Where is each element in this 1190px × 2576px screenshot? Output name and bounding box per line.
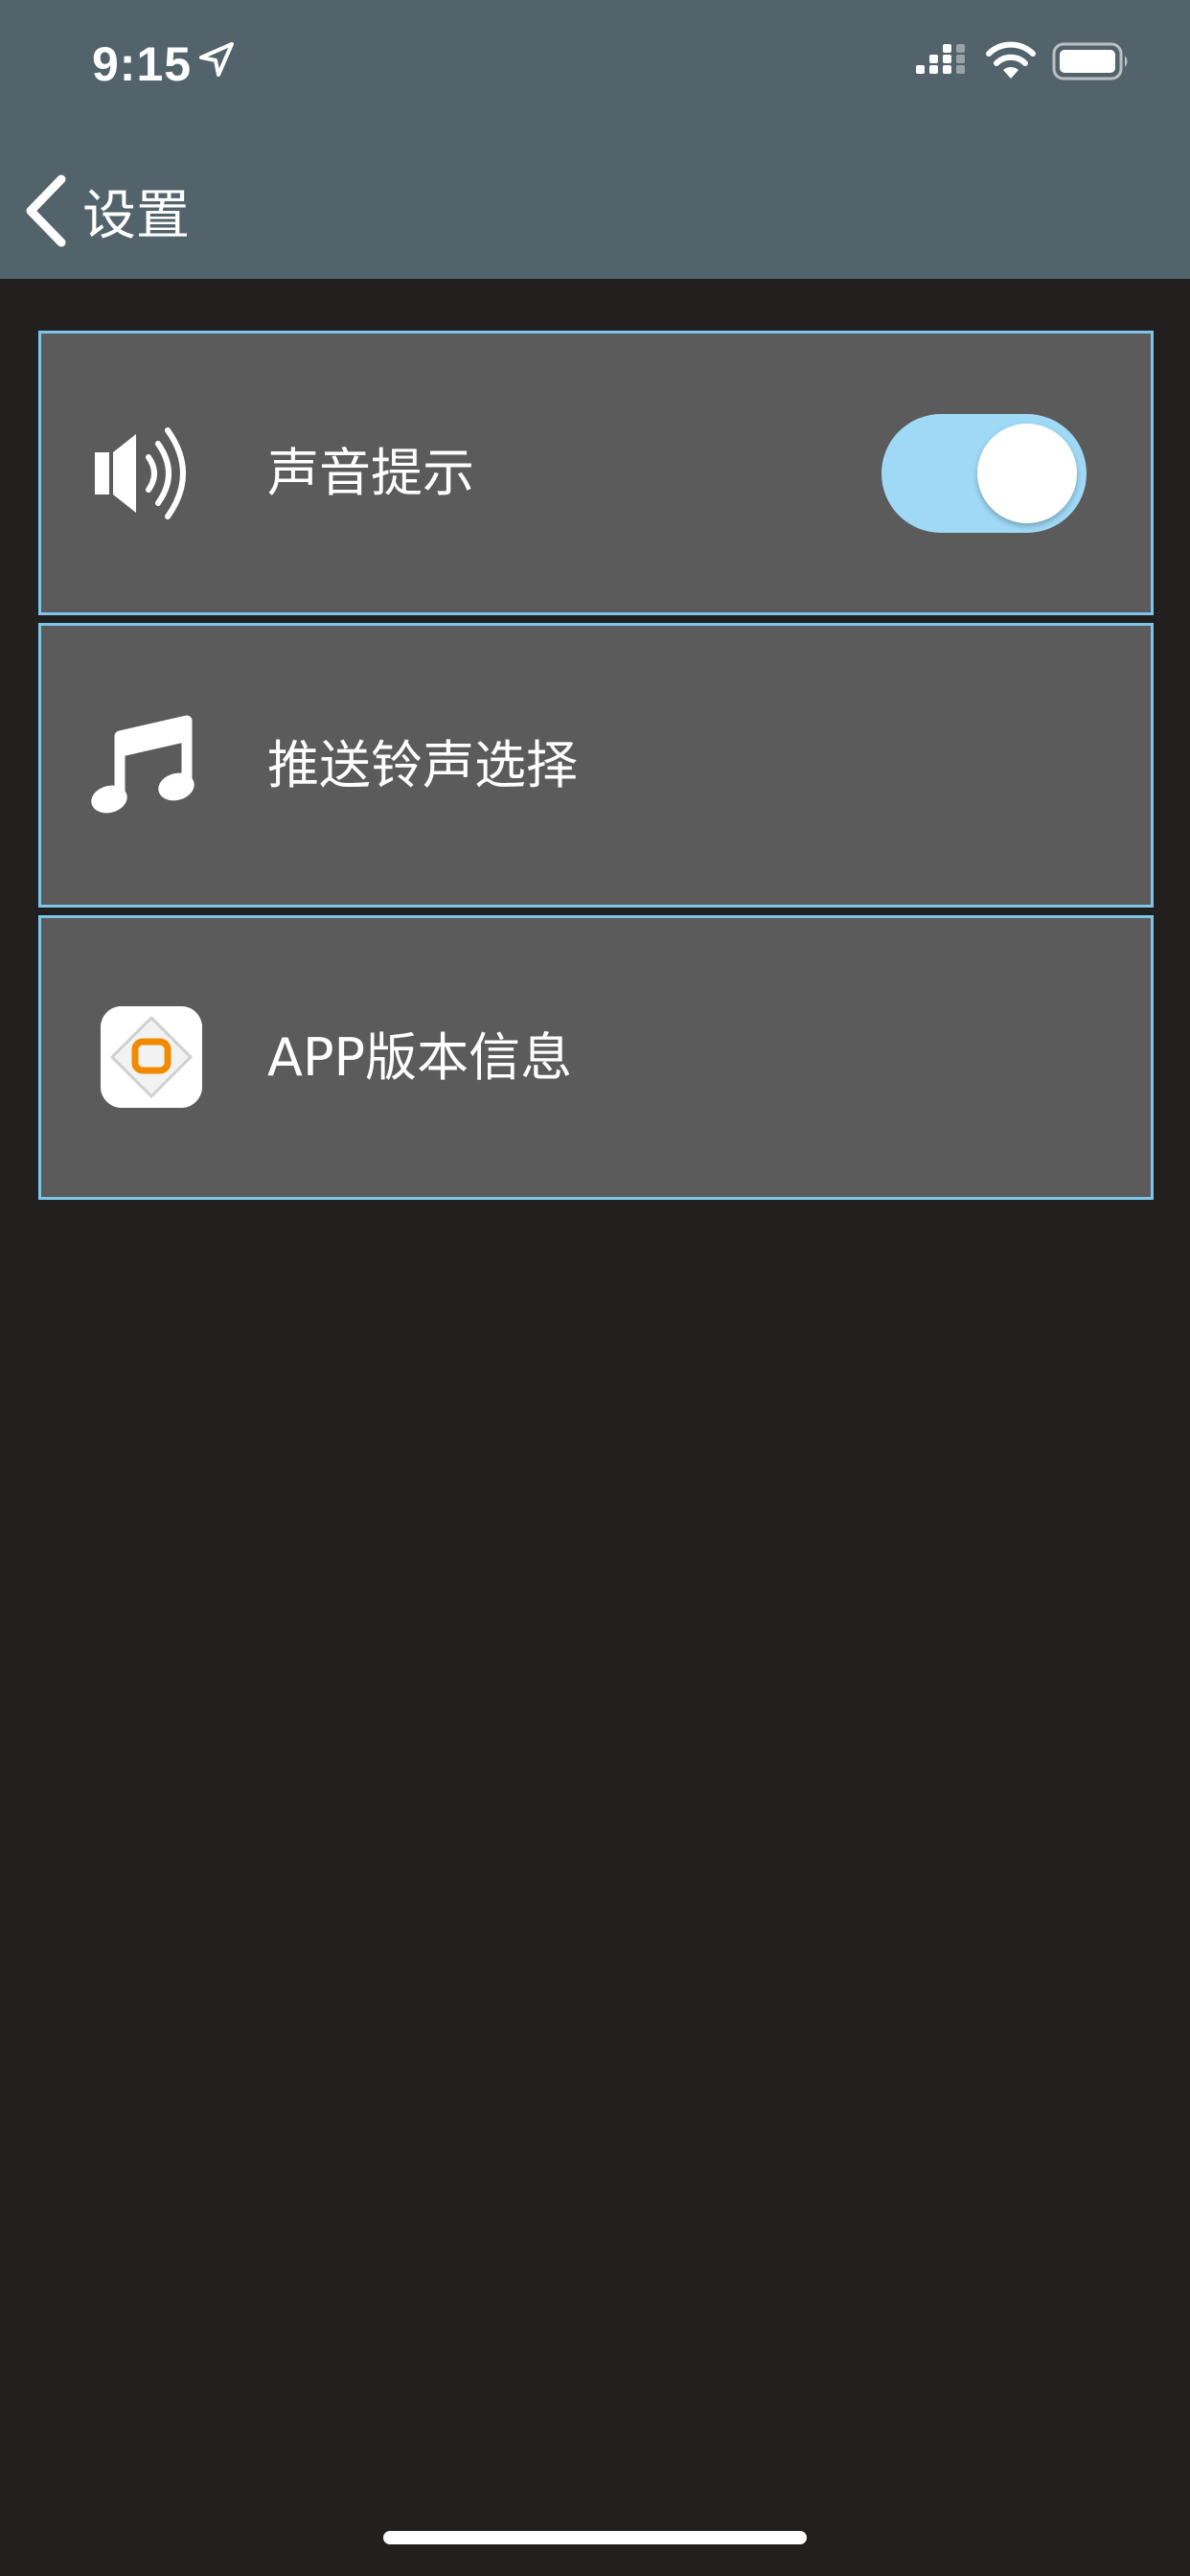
home-indicator[interactable]: [383, 2531, 807, 2544]
app-logo-icon: [101, 1006, 202, 1108]
speaker-icon: [95, 427, 186, 519]
status-time: 9:15: [92, 37, 193, 91]
chevron-left-icon: [26, 174, 66, 247]
toggle-knob: [977, 424, 1077, 523]
setting-label-push-ringtone: 推送铃声选择: [267, 735, 578, 795]
sound-alert-toggle[interactable]: [881, 414, 1087, 533]
setting-label-sound-alert: 声音提示: [267, 443, 474, 503]
back-label: 设置: [82, 184, 190, 247]
cellular-signal-icon: [916, 44, 965, 74]
back-button[interactable]: 设置: [19, 163, 190, 259]
app-logo-graphic: [101, 1006, 202, 1108]
setting-row-push-ringtone[interactable]: 推送铃声选择: [38, 623, 1154, 908]
setting-row-sound-alert[interactable]: 声音提示: [38, 331, 1154, 615]
battery-icon: [1052, 42, 1128, 80]
setting-label-app-version: APP版本信息: [267, 1027, 573, 1088]
navigation-header: 9:15 设置: [0, 0, 1190, 279]
settings-list: 声音提示 推送铃声选择 APP版本信息: [38, 331, 1154, 1208]
wifi-icon: [986, 41, 1036, 79]
setting-row-app-version[interactable]: APP版本信息: [38, 915, 1154, 1200]
location-arrow-icon: [199, 42, 234, 77]
music-note-icon: [91, 715, 195, 814]
